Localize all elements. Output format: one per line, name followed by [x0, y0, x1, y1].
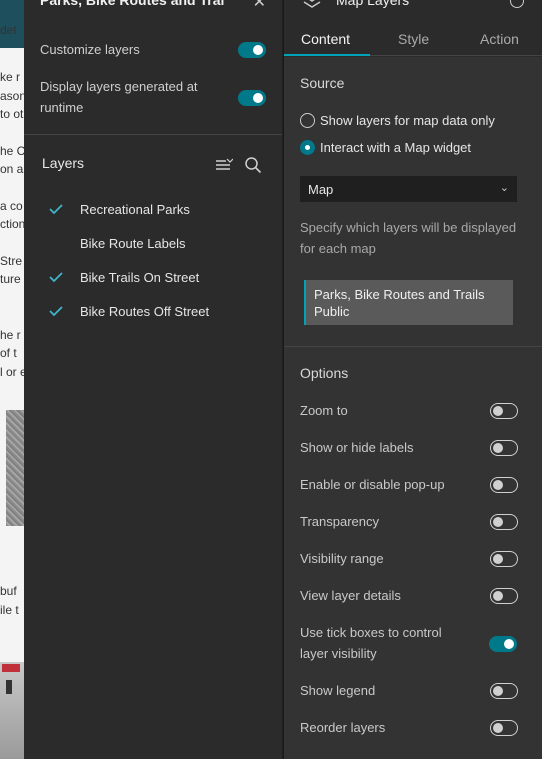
- layer-label: Bike Routes Off Street: [80, 304, 210, 319]
- display-runtime-layers-row: Display layers generated at runtime: [40, 76, 212, 118]
- page-text-fragment: a co: [0, 199, 23, 213]
- page-text-fragment: Stre: [0, 254, 23, 268]
- layers-widget-icon: [303, 0, 321, 8]
- page-text-fragment: ction.: [0, 217, 24, 231]
- source-heading: Source: [300, 75, 345, 91]
- settings-panel: Map Layers Content Style Action Source S…: [283, 0, 542, 759]
- divider: [284, 346, 542, 347]
- display-runtime-layers-label: Display layers generated at runtime: [40, 79, 198, 115]
- reorder-toggle[interactable]: [490, 720, 518, 736]
- page-text-fragment: det: [0, 23, 17, 37]
- option-visibility-range: Visibility range: [300, 548, 518, 569]
- option-reorder-layers: Reorder layers: [300, 717, 518, 738]
- page-photo: [6, 410, 24, 526]
- page-text-fragment: buf: [0, 584, 17, 598]
- layers-heading: Layers: [42, 155, 85, 171]
- radio-button-selected[interactable]: [300, 140, 315, 155]
- help-text: Specify which layers will be displayed f…: [300, 220, 517, 256]
- page-text-fragment: ture: [0, 272, 21, 286]
- chevron-down-icon: ⌄: [499, 182, 509, 194]
- search-icon[interactable]: [243, 155, 263, 175]
- customize-layers-toggle[interactable]: [238, 42, 266, 58]
- layer-label: Bike Route Labels: [80, 236, 186, 251]
- filter-list-icon[interactable]: [213, 155, 234, 175]
- layer-label: Recreational Parks: [80, 202, 190, 217]
- option-label: Transparency: [300, 514, 379, 529]
- settings-tabs: Content Style Action: [284, 24, 542, 56]
- close-icon[interactable]: ✕: [253, 0, 266, 12]
- page-text-fragment: ke r: [0, 70, 21, 84]
- content-tab-body: Source Show layers for map data only Int…: [284, 57, 542, 759]
- tab-style[interactable]: Style: [398, 31, 429, 47]
- option-tick-boxes: Use tick boxes to control layer visibili…: [300, 622, 472, 664]
- option-transparency: Transparency: [300, 511, 518, 532]
- customize-layers-row: Customize layers: [40, 39, 266, 60]
- page-background-strip: det ke r ason to ot he C on a a co ction…: [0, 0, 24, 759]
- page-text-fragment: l or e: [0, 365, 24, 379]
- option-show-legend: Show legend: [300, 680, 518, 701]
- option-popup: Enable or disable pop-up: [300, 474, 518, 495]
- popup-toggle[interactable]: [490, 477, 518, 493]
- zoom-to-toggle[interactable]: [490, 403, 518, 419]
- option-label: Show or hide labels: [300, 440, 414, 455]
- option-label: Enable or disable pop-up: [300, 477, 445, 492]
- radio-button[interactable]: [300, 113, 315, 128]
- option-label: View layer details: [300, 588, 401, 603]
- page-text-fragment: ile t: [0, 603, 19, 617]
- checkmark-icon[interactable]: [48, 201, 64, 217]
- option-label: Use tick boxes to control layer visibili…: [300, 625, 442, 661]
- layer-list-panel: Parks, Bike Routes and Trai ✕ Customize …: [24, 0, 282, 759]
- layer-details-toggle[interactable]: [490, 588, 518, 604]
- page-text-fragment: of t: [0, 346, 17, 360]
- option-label: Visibility range: [300, 551, 384, 566]
- layer-label: Bike Trails On Street: [80, 270, 200, 285]
- option-label: Zoom to: [300, 403, 348, 418]
- radio-label: Interact with a Map widget: [320, 140, 472, 155]
- page-text-fragment: on a: [0, 162, 24, 176]
- page-photo: [0, 662, 24, 759]
- page-text-fragment: ason: [0, 89, 24, 103]
- tab-action[interactable]: Action: [480, 31, 519, 47]
- page-text-fragment: he C: [0, 144, 24, 158]
- settings-title: Map Layers: [336, 0, 410, 8]
- option-label: Reorder layers: [300, 720, 386, 735]
- transparency-toggle[interactable]: [490, 514, 518, 530]
- labels-toggle[interactable]: [490, 440, 518, 456]
- info-icon[interactable]: [510, 0, 524, 8]
- checkmark-icon[interactable]: [48, 303, 64, 319]
- radio-label: Show layers for map data only: [320, 113, 495, 128]
- page-text-fragment: he r: [0, 328, 21, 342]
- options-heading: Options: [300, 365, 349, 381]
- map-select[interactable]: Map ⌄: [300, 176, 517, 202]
- panel-title: Parks, Bike Routes and Trai: [40, 0, 225, 8]
- active-tab-indicator: [284, 54, 370, 56]
- option-view-layer-details: View layer details: [300, 585, 518, 606]
- checkmark-icon[interactable]: [48, 269, 64, 285]
- visibility-range-toggle[interactable]: [490, 551, 518, 567]
- display-runtime-layers-toggle[interactable]: [238, 90, 266, 106]
- page-text-fragment: to ot: [0, 107, 24, 121]
- map-layer-card[interactable]: Parks, Bike Routes and Trails Public: [304, 280, 513, 325]
- tab-content[interactable]: Content: [301, 31, 350, 47]
- customize-layers-label: Customize layers: [40, 42, 140, 57]
- map-select-value: Map: [308, 182, 334, 197]
- option-zoom-to: Zoom to: [300, 400, 518, 421]
- legend-toggle[interactable]: [490, 683, 518, 699]
- option-show-hide-labels: Show or hide labels: [300, 437, 518, 458]
- option-label: Show legend: [300, 683, 376, 698]
- divider: [24, 134, 282, 135]
- tick-boxes-toggle[interactable]: [489, 636, 517, 652]
